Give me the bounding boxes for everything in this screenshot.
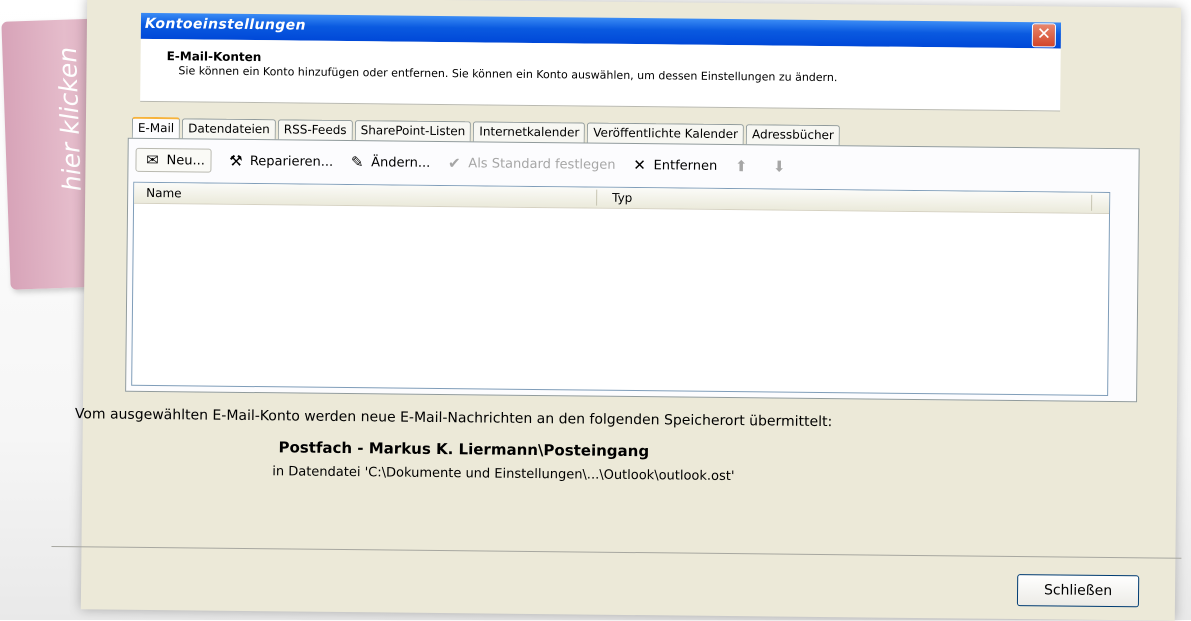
repair-tools-icon: ⚒ xyxy=(229,151,243,170)
close-button[interactable]: Schließen xyxy=(1016,574,1140,608)
new-account-icon: ✉ xyxy=(146,150,159,170)
footer-divider xyxy=(51,545,1182,559)
move-up-button[interactable]: ⬆ xyxy=(731,157,755,175)
change-button-label: Ändern... xyxy=(371,154,431,171)
tab-internet-calendars[interactable]: Internetkalender xyxy=(473,121,586,144)
repair-button[interactable]: ⚒ Reparieren... xyxy=(226,152,334,171)
move-down-button[interactable]: ⬇ xyxy=(769,157,793,175)
tab-address-books[interactable]: Adressbücher xyxy=(745,124,841,147)
delivery-datafile: in Datendatei 'C:\Dokumente und Einstell… xyxy=(272,464,735,485)
delivery-mailbox: Postfach - Markus K. Liermann\Posteingan… xyxy=(278,438,650,461)
column-divider[interactable] xyxy=(1091,194,1093,211)
tab-data-files[interactable]: Datendateien xyxy=(182,118,276,141)
change-account-icon: ✎ xyxy=(350,153,364,172)
header-title: E-Mail-Konten xyxy=(166,49,262,65)
remove-button[interactable]: ✕ Entfernen xyxy=(629,156,717,175)
set-default-button[interactable]: ✔ Als Standard festlegen xyxy=(444,154,616,174)
set-default-label: Als Standard festlegen xyxy=(468,155,616,173)
remove-x-icon: ✕ xyxy=(633,156,646,175)
change-button[interactable]: ✎ Ändern... xyxy=(347,153,431,172)
close-icon[interactable]: ✕ xyxy=(1031,23,1057,48)
arrow-down-icon: ⬇ xyxy=(772,157,786,176)
remove-button-label: Entfernen xyxy=(653,157,718,174)
checkmark-icon: ✔ xyxy=(447,154,461,173)
repair-button-label: Reparieren... xyxy=(249,153,334,170)
new-button[interactable]: ✉ Neu... xyxy=(135,147,213,173)
note-label: hier klicken xyxy=(52,46,87,192)
delivery-info: Vom ausgewählten E-Mail-Konto werden neu… xyxy=(74,406,833,431)
window-title: Kontoeinstellungen xyxy=(144,15,307,34)
account-list[interactable]: Name Typ xyxy=(131,181,1111,397)
tab-rss-feeds[interactable]: RSS-Feeds xyxy=(277,119,353,142)
arrow-up-icon: ⬆ xyxy=(734,157,748,176)
account-settings-dialog: Kontoeinstellungen ✕ E-Mail-Konten Sie k… xyxy=(51,0,1182,621)
new-button-label: Neu... xyxy=(166,152,205,169)
tab-published-calendars[interactable]: Veröffentlichte Kalender xyxy=(587,122,745,146)
tab-sharepoint-lists[interactable]: SharePoint-Listen xyxy=(354,120,472,143)
column-divider[interactable] xyxy=(596,189,598,206)
column-header-type[interactable]: Typ xyxy=(612,191,632,205)
column-header-name[interactable]: Name xyxy=(146,186,182,200)
